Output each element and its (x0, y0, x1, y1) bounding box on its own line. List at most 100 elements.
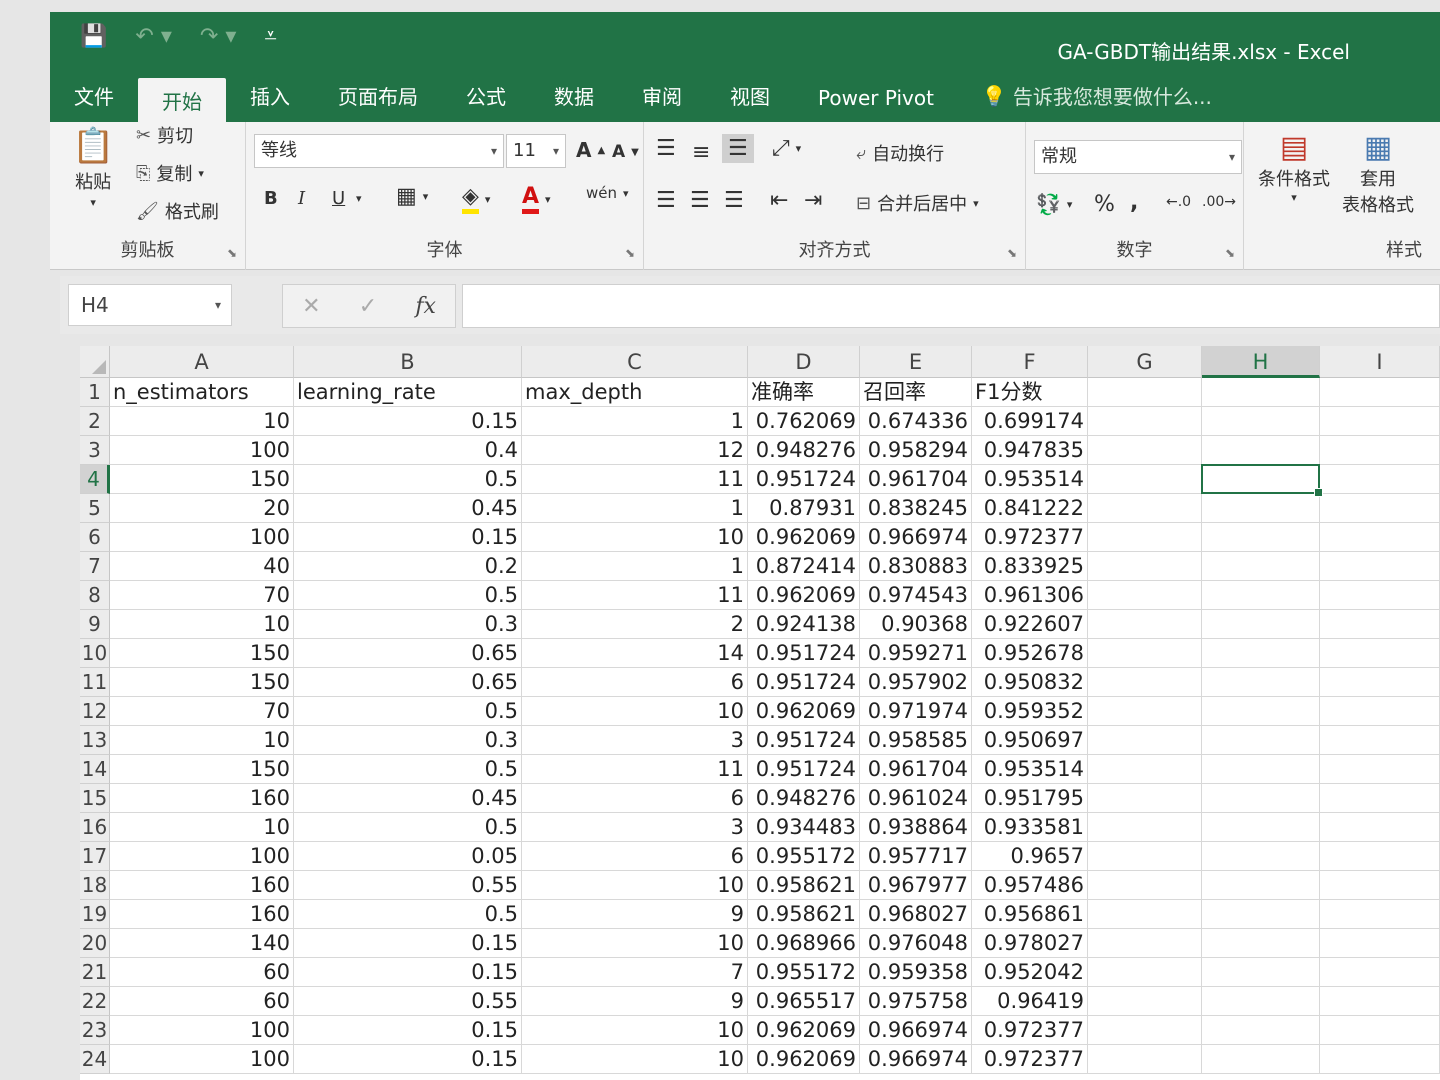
cell-a24[interactable]: 100 (110, 1045, 294, 1074)
cell-d6[interactable]: 0.962069 (748, 523, 860, 552)
cell-c23[interactable]: 10 (522, 1016, 748, 1045)
cell-d1[interactable]: 准确率 (748, 378, 860, 407)
cell-a23[interactable]: 100 (110, 1016, 294, 1045)
cell-c21[interactable]: 7 (522, 958, 748, 987)
cell-h13[interactable] (1202, 726, 1320, 755)
cell-d24[interactable]: 0.962069 (748, 1045, 860, 1074)
cell-i10[interactable] (1320, 639, 1440, 668)
cell-h2[interactable] (1202, 407, 1320, 436)
cell-b6[interactable]: 0.15 (294, 523, 522, 552)
column-header-c[interactable]: C (522, 346, 748, 378)
cell-i1[interactable] (1320, 378, 1440, 407)
cell-a9[interactable]: 10 (110, 610, 294, 639)
cell-g7[interactable] (1088, 552, 1202, 581)
row-header[interactable]: 23 (80, 1016, 110, 1045)
cell-g23[interactable] (1088, 1016, 1202, 1045)
row-header[interactable]: 21 (80, 958, 110, 987)
cell-f16[interactable]: 0.933581 (972, 813, 1088, 842)
cell-g5[interactable] (1088, 494, 1202, 523)
cell-i22[interactable] (1320, 987, 1440, 1016)
decrease-decimal-icon[interactable]: .00→ (1202, 194, 1236, 210)
cell-d12[interactable]: 0.962069 (748, 697, 860, 726)
cell-d18[interactable]: 0.958621 (748, 871, 860, 900)
cell-c9[interactable]: 2 (522, 610, 748, 639)
align-left-icon[interactable]: ☰ (656, 188, 676, 213)
row-header[interactable]: 15 (80, 784, 110, 813)
cell-h4[interactable] (1202, 465, 1320, 494)
cell-d16[interactable]: 0.934483 (748, 813, 860, 842)
cell-c15[interactable]: 6 (522, 784, 748, 813)
cell-i5[interactable] (1320, 494, 1440, 523)
cell-b8[interactable]: 0.5 (294, 581, 522, 610)
cell-a17[interactable]: 100 (110, 842, 294, 871)
cell-a4[interactable]: 150 (110, 465, 294, 494)
cell-h8[interactable] (1202, 581, 1320, 610)
tab-home[interactable]: 开始 (138, 78, 226, 122)
cell-g20[interactable] (1088, 929, 1202, 958)
copy-button[interactable]: ⎘ 复制 ▾ (136, 160, 204, 186)
cell-c3[interactable]: 12 (522, 436, 748, 465)
cell-c14[interactable]: 11 (522, 755, 748, 784)
cell-h9[interactable] (1202, 610, 1320, 639)
cell-h14[interactable] (1202, 755, 1320, 784)
row-header[interactable]: 11 (80, 668, 110, 697)
cell-e12[interactable]: 0.971974 (860, 697, 972, 726)
cell-d4[interactable]: 0.951724 (748, 465, 860, 494)
cell-f5[interactable]: 0.841222 (972, 494, 1088, 523)
cell-d7[interactable]: 0.872414 (748, 552, 860, 581)
column-header-b[interactable]: B (294, 346, 522, 378)
cell-e15[interactable]: 0.961024 (860, 784, 972, 813)
borders-button[interactable]: ▦ ▾ (396, 184, 428, 209)
row-header[interactable]: 12 (80, 697, 110, 726)
cell-e11[interactable]: 0.957902 (860, 668, 972, 697)
cell-a15[interactable]: 160 (110, 784, 294, 813)
cell-f15[interactable]: 0.951795 (972, 784, 1088, 813)
undo-icon[interactable]: ↶ ▾ (135, 24, 171, 49)
cell-a16[interactable]: 10 (110, 813, 294, 842)
cell-c11[interactable]: 6 (522, 668, 748, 697)
number-format-combo[interactable]: 常规 ▾ (1034, 140, 1242, 174)
cell-i24[interactable] (1320, 1045, 1440, 1074)
cell-i23[interactable] (1320, 1016, 1440, 1045)
tab-formulas[interactable]: 公式 (442, 81, 530, 122)
cell-b1[interactable]: learning_rate (294, 378, 522, 407)
cell-i20[interactable] (1320, 929, 1440, 958)
cell-i21[interactable] (1320, 958, 1440, 987)
align-middle-icon[interactable]: ≡ (692, 140, 710, 165)
cell-f23[interactable]: 0.972377 (972, 1016, 1088, 1045)
cell-a6[interactable]: 100 (110, 523, 294, 552)
cell-g6[interactable] (1088, 523, 1202, 552)
cell-e24[interactable]: 0.966974 (860, 1045, 972, 1074)
cell-d13[interactable]: 0.951724 (748, 726, 860, 755)
cell-e4[interactable]: 0.961704 (860, 465, 972, 494)
tab-power-pivot[interactable]: Power Pivot (794, 86, 958, 122)
orientation-icon[interactable]: ⤢ ▾ (772, 136, 801, 161)
row-header[interactable]: 4 (80, 465, 110, 494)
cell-e23[interactable]: 0.966974 (860, 1016, 972, 1045)
cell-h3[interactable] (1202, 436, 1320, 465)
cell-c24[interactable]: 10 (522, 1045, 748, 1074)
cell-f19[interactable]: 0.956861 (972, 900, 1088, 929)
tab-review[interactable]: 审阅 (618, 81, 706, 122)
font-color-button[interactable]: A ▾ (522, 184, 551, 214)
cell-c1[interactable]: max_depth (522, 378, 748, 407)
cell-d15[interactable]: 0.948276 (748, 784, 860, 813)
cell-e10[interactable]: 0.959271 (860, 639, 972, 668)
cell-g16[interactable] (1088, 813, 1202, 842)
cell-b22[interactable]: 0.55 (294, 987, 522, 1016)
cell-i9[interactable] (1320, 610, 1440, 639)
cell-g13[interactable] (1088, 726, 1202, 755)
cell-i16[interactable] (1320, 813, 1440, 842)
cell-b10[interactable]: 0.65 (294, 639, 522, 668)
cell-d21[interactable]: 0.955172 (748, 958, 860, 987)
cell-e6[interactable]: 0.966974 (860, 523, 972, 552)
cell-h7[interactable] (1202, 552, 1320, 581)
worksheet-grid[interactable]: A B C D E F G H I 1 n_estimators learning_rate max_d… (80, 346, 1440, 1080)
cell-f3[interactable]: 0.947835 (972, 436, 1088, 465)
align-bottom-icon[interactable]: ☰ (722, 134, 754, 163)
tab-data[interactable]: 数据 (530, 81, 618, 122)
cell-e9[interactable]: 0.90368 (860, 610, 972, 639)
cell-e7[interactable]: 0.830883 (860, 552, 972, 581)
cell-a21[interactable]: 60 (110, 958, 294, 987)
name-box[interactable]: H4 ▾ (68, 284, 232, 326)
